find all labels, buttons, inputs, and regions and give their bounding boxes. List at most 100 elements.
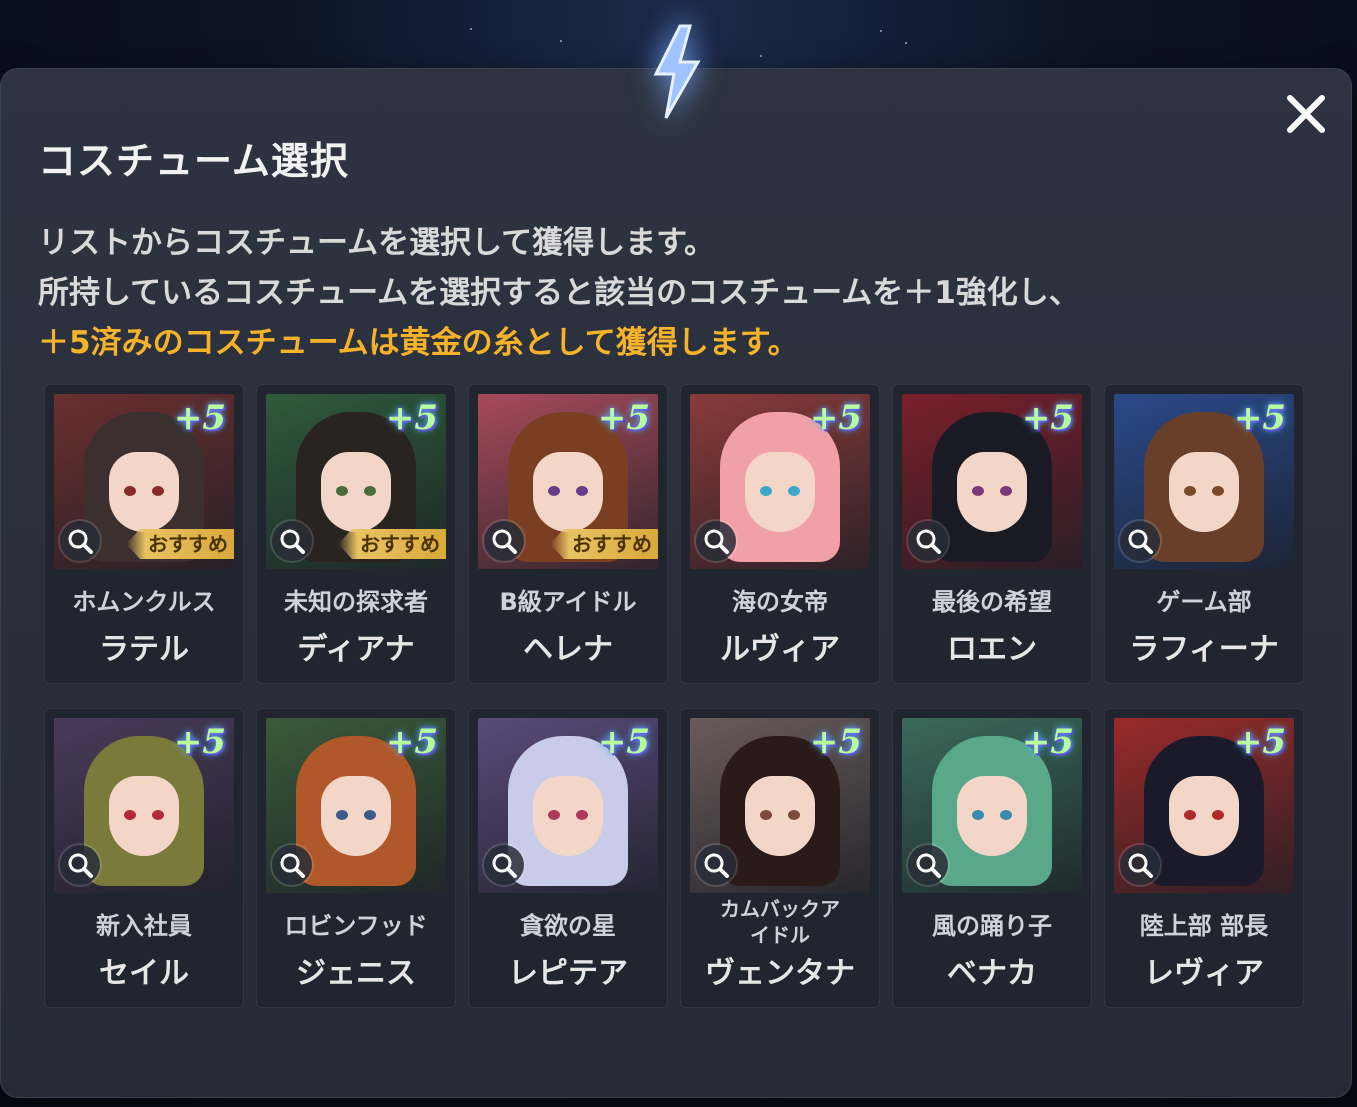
plus5-badge: +5 bbox=[385, 398, 438, 438]
plus5-badge: +5 bbox=[1233, 398, 1286, 438]
character-name: ベナカ bbox=[947, 956, 1037, 991]
plus5-badge: +5 bbox=[809, 398, 862, 438]
character-name: ヘレナ bbox=[523, 632, 613, 667]
star-decoration bbox=[560, 40, 562, 42]
portrait-face bbox=[109, 452, 179, 532]
costume-portrait: +5 おすすめ bbox=[266, 394, 446, 569]
portrait-face bbox=[533, 452, 603, 532]
portrait-face bbox=[533, 776, 603, 856]
character-name: ルヴィア bbox=[720, 632, 840, 667]
plus5-badge: +5 bbox=[1021, 722, 1074, 762]
costume-card[interactable]: +5 陸上部 部長 レヴィア bbox=[1104, 708, 1304, 1008]
costume-title: 最後の希望 bbox=[932, 588, 1052, 616]
plus5-badge: +5 bbox=[1021, 398, 1074, 438]
portrait-eye bbox=[152, 486, 164, 496]
recommended-tag: おすすめ bbox=[126, 529, 234, 559]
magnifier-icon bbox=[1128, 853, 1153, 878]
portrait-eye bbox=[364, 486, 376, 496]
portrait-eye bbox=[760, 810, 772, 820]
zoom-button[interactable] bbox=[908, 845, 948, 885]
plus5-badge: +5 bbox=[597, 398, 650, 438]
costume-card[interactable]: +5 風の踊り子 ベナカ bbox=[892, 708, 1092, 1008]
zoom-button[interactable] bbox=[484, 521, 524, 561]
magnifier-icon bbox=[68, 853, 93, 878]
close-button[interactable] bbox=[1284, 92, 1328, 136]
zoom-button[interactable] bbox=[60, 845, 100, 885]
close-icon bbox=[1287, 95, 1325, 133]
costume-portrait: +5 おすすめ bbox=[54, 394, 234, 569]
costume-portrait: +5 bbox=[266, 718, 446, 893]
costume-title: 貪欲の星 bbox=[520, 912, 616, 940]
portrait-eye bbox=[336, 810, 348, 820]
costume-card[interactable]: +5 最後の希望 ロエン bbox=[892, 384, 1092, 684]
star-decoration bbox=[760, 55, 762, 57]
zoom-button[interactable] bbox=[696, 845, 736, 885]
portrait-face bbox=[1169, 776, 1239, 856]
costume-card[interactable]: +5 おすすめ B級アイドル ヘレナ bbox=[468, 384, 668, 684]
costume-portrait: +5 bbox=[902, 718, 1082, 893]
zoom-button[interactable] bbox=[60, 521, 100, 561]
magnifier-icon bbox=[704, 529, 729, 554]
portrait-eye bbox=[336, 486, 348, 496]
portrait-eye bbox=[548, 810, 560, 820]
star-decoration bbox=[880, 30, 882, 32]
plus5-badge: +5 bbox=[173, 722, 226, 762]
plus5-badge: +5 bbox=[1233, 722, 1286, 762]
portrait-face bbox=[957, 452, 1027, 532]
character-name: ディアナ bbox=[297, 632, 415, 667]
costume-portrait: +5 bbox=[54, 718, 234, 893]
costume-title: 陸上部 部長 bbox=[1139, 912, 1269, 940]
costume-card[interactable]: +5 おすすめ 未知の探求者 ディアナ bbox=[256, 384, 456, 684]
costume-title: ロビンフッド bbox=[284, 912, 428, 940]
plus5-badge: +5 bbox=[173, 398, 226, 438]
portrait-eye bbox=[576, 486, 588, 496]
costume-card[interactable]: +5 新入社員 セイル bbox=[44, 708, 244, 1008]
character-name: ラテル bbox=[99, 632, 189, 667]
description-line: リストからコスチュームを選択して獲得します。 bbox=[38, 225, 716, 261]
costume-grid: +5 おすすめ ホムンクルス ラテル +5 おすすめ 未知の探求者 ディアナ +… bbox=[44, 384, 1304, 1008]
costume-portrait: +5 bbox=[690, 718, 870, 893]
zoom-button[interactable] bbox=[908, 521, 948, 561]
magnifier-icon bbox=[916, 853, 941, 878]
zoom-button[interactable] bbox=[484, 845, 524, 885]
zoom-button[interactable] bbox=[696, 521, 736, 561]
portrait-eye bbox=[760, 486, 772, 496]
zoom-button[interactable] bbox=[272, 845, 312, 885]
portrait-eye bbox=[124, 486, 136, 496]
portrait-eye bbox=[364, 810, 376, 820]
costume-select-dialog: コスチューム選択 リストからコスチュームを選択して獲得します。 所持しているコス… bbox=[0, 68, 1352, 1098]
costume-card[interactable]: +5 貪欲の星 レピテア bbox=[468, 708, 668, 1008]
zoom-button[interactable] bbox=[272, 521, 312, 561]
portrait-eye bbox=[972, 810, 984, 820]
portrait-eye bbox=[548, 486, 560, 496]
costume-title: ホムンクルス bbox=[72, 588, 216, 616]
costume-portrait: +5 bbox=[902, 394, 1082, 569]
star-decoration bbox=[905, 42, 907, 44]
character-name: ラフィーナ bbox=[1129, 632, 1279, 667]
portrait-face bbox=[745, 452, 815, 532]
costume-card[interactable]: +5 海の女帝 ルヴィア bbox=[680, 384, 880, 684]
magnifier-icon bbox=[68, 529, 93, 554]
costume-portrait: +5 おすすめ bbox=[478, 394, 658, 569]
plus5-badge: +5 bbox=[809, 722, 862, 762]
costume-title: 新入社員 bbox=[96, 912, 192, 940]
costume-portrait: +5 bbox=[690, 394, 870, 569]
portrait-eye bbox=[1000, 810, 1012, 820]
portrait-eye bbox=[1000, 486, 1012, 496]
costume-card[interactable]: +5 おすすめ ホムンクルス ラテル bbox=[44, 384, 244, 684]
costume-card[interactable]: +5 ゲーム部 ラフィーナ bbox=[1104, 384, 1304, 684]
portrait-eye bbox=[124, 810, 136, 820]
portrait-eye bbox=[152, 810, 164, 820]
character-name: ジェニス bbox=[296, 956, 416, 991]
character-name: レピテア bbox=[508, 956, 628, 991]
zoom-button[interactable] bbox=[1120, 521, 1160, 561]
star-decoration bbox=[470, 28, 472, 30]
costume-card[interactable]: +5 ロビンフッド ジェニス bbox=[256, 708, 456, 1008]
portrait-face bbox=[109, 776, 179, 856]
magnifier-icon bbox=[492, 853, 517, 878]
costume-card[interactable]: +5 カムバックア イドル ヴェンタナ bbox=[680, 708, 880, 1008]
portrait-face bbox=[321, 452, 391, 532]
description-highlight: ＋5済みのコスチュームは黄金の糸として獲得します。 bbox=[38, 325, 799, 361]
zoom-button[interactable] bbox=[1120, 845, 1160, 885]
recommended-tag: おすすめ bbox=[338, 529, 446, 559]
